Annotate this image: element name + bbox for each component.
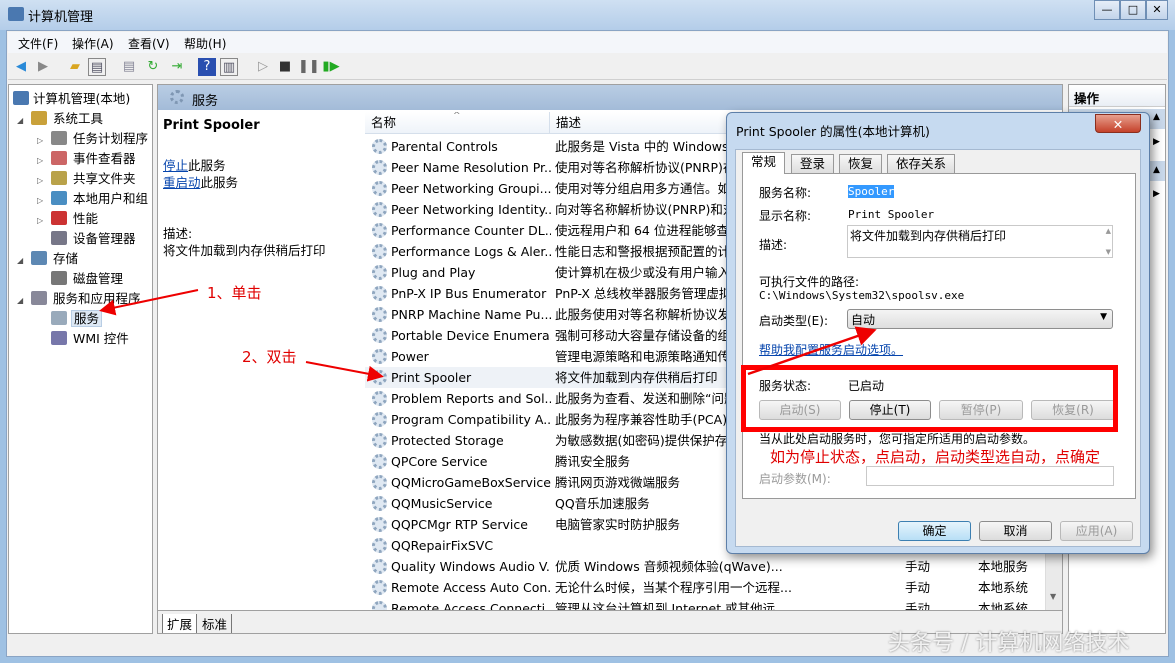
arrow-to-print-spooler xyxy=(306,362,380,376)
tab-general[interactable]: 常规 xyxy=(742,152,785,174)
annotation-step2: 2、双击 xyxy=(242,346,297,367)
annotation-arrows xyxy=(0,0,1175,663)
annotation-step1: 1、单击 xyxy=(207,282,262,303)
arrow-to-services xyxy=(103,290,198,310)
watermark: 头条号 / 计算机网络技术 xyxy=(888,625,1129,657)
annotation-note: 如为停止状态，点启动，启动类型选自动，点确定 xyxy=(770,446,1100,467)
arrow-to-startup-type xyxy=(748,331,872,374)
